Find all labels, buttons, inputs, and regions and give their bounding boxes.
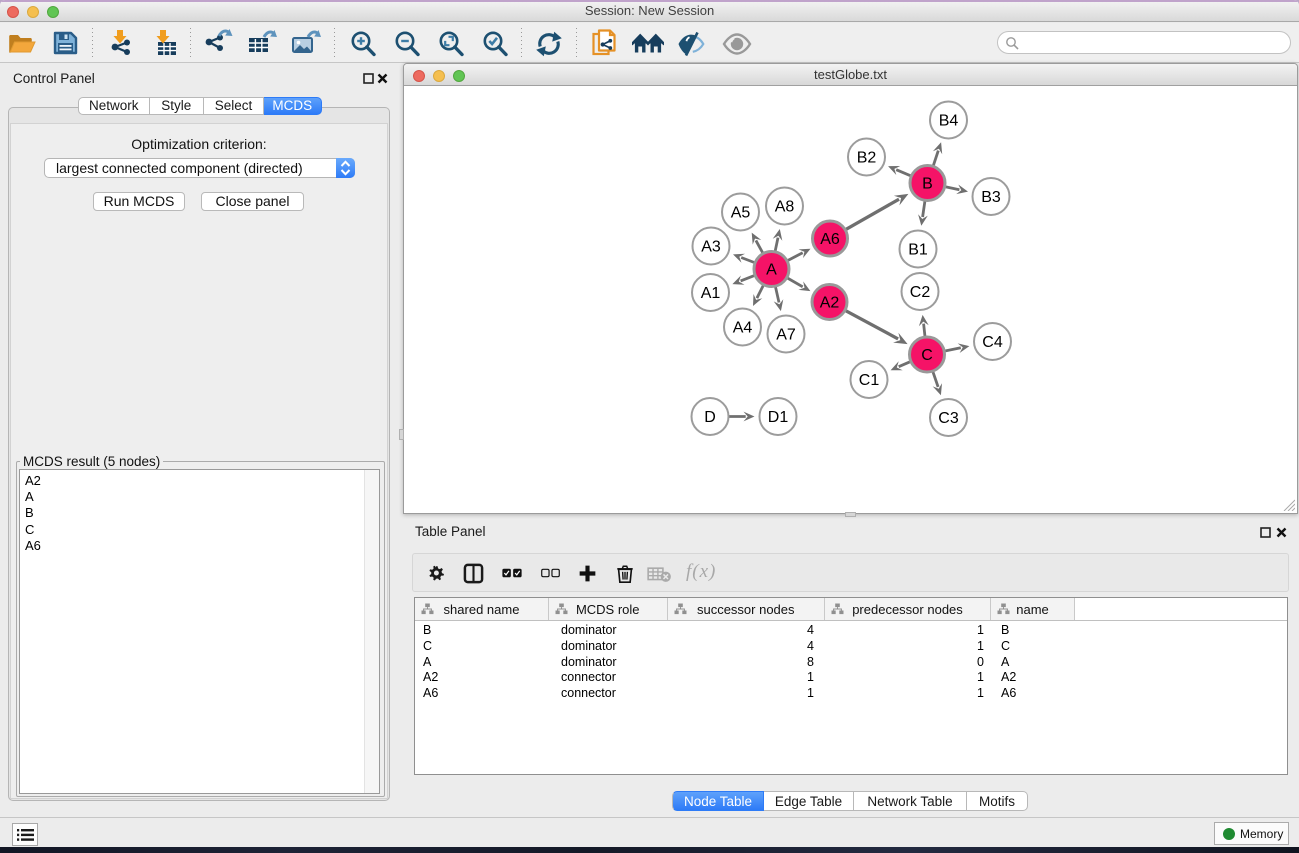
svg-text:A1: A1 xyxy=(701,285,721,302)
svg-text:C3: C3 xyxy=(938,410,959,427)
svg-text:B2: B2 xyxy=(857,150,877,167)
svg-text:A4: A4 xyxy=(733,320,753,337)
svg-text:A2: A2 xyxy=(820,295,840,312)
svg-text:B4: B4 xyxy=(939,113,959,130)
svg-text:C: C xyxy=(921,347,933,364)
svg-text:C1: C1 xyxy=(859,372,880,389)
svg-text:A6: A6 xyxy=(820,231,840,248)
svg-text:A: A xyxy=(766,262,777,279)
svg-text:A8: A8 xyxy=(775,199,795,216)
svg-text:D: D xyxy=(704,409,716,426)
svg-text:B: B xyxy=(922,176,933,193)
svg-text:C2: C2 xyxy=(910,284,931,301)
svg-text:A5: A5 xyxy=(731,205,751,222)
svg-text:C4: C4 xyxy=(982,334,1003,351)
svg-text:A3: A3 xyxy=(701,239,721,256)
svg-text:B1: B1 xyxy=(908,242,928,259)
svg-text:D1: D1 xyxy=(768,409,789,426)
svg-text:B3: B3 xyxy=(981,189,1001,206)
svg-text:A7: A7 xyxy=(776,327,796,344)
